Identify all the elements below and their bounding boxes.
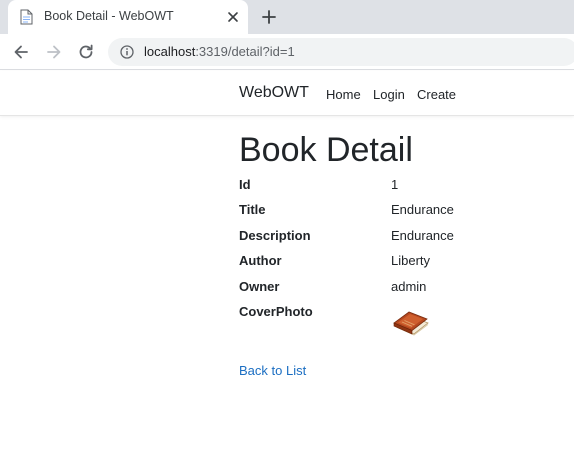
url-path: :3319/detail?id=1 bbox=[195, 44, 295, 59]
site-navbar: WebOWT Home Login Create bbox=[0, 71, 574, 116]
document-icon bbox=[20, 9, 33, 25]
field-value-author: Liberty bbox=[391, 253, 431, 268]
field-label-description: Description bbox=[239, 228, 311, 243]
forward-arrow-icon[interactable] bbox=[45, 43, 63, 61]
field-value-title: Endurance bbox=[391, 202, 454, 217]
browser-toolbar: localhost:3319/detail?id=1 bbox=[0, 34, 574, 70]
field-label-title: Title bbox=[239, 202, 266, 217]
nav-link-home[interactable]: Home bbox=[326, 87, 361, 102]
tab-title: Book Detail - WebOWT bbox=[44, 9, 174, 23]
field-label-author: Author bbox=[239, 253, 282, 268]
browser-tabstrip: Book Detail - WebOWT bbox=[0, 0, 574, 34]
book-icon bbox=[393, 311, 429, 336]
close-icon[interactable] bbox=[226, 10, 240, 24]
new-tab-plus-icon[interactable] bbox=[260, 8, 278, 26]
field-label-owner: Owner bbox=[239, 279, 280, 294]
url-host: localhost bbox=[144, 44, 196, 59]
field-label-id: Id bbox=[239, 177, 251, 192]
brand-link[interactable]: WebOWT bbox=[239, 84, 309, 102]
reload-icon[interactable] bbox=[77, 43, 95, 61]
info-icon[interactable] bbox=[120, 45, 134, 59]
nav-link-login[interactable]: Login bbox=[373, 87, 405, 102]
browser-tab[interactable]: Book Detail - WebOWT bbox=[8, 0, 248, 34]
field-value-id: 1 bbox=[391, 177, 399, 192]
field-label-coverphoto: CoverPhoto bbox=[239, 304, 313, 319]
nav-link-create[interactable]: Create bbox=[417, 87, 456, 102]
back-to-list-link[interactable]: Back to List bbox=[239, 363, 306, 378]
page-title: Book Detail bbox=[239, 131, 413, 169]
address-bar[interactable]: localhost:3319/detail?id=1 bbox=[108, 38, 574, 66]
field-value-description: Endurance bbox=[391, 228, 454, 243]
back-arrow-icon[interactable] bbox=[12, 43, 30, 61]
url-text[interactable]: localhost:3319/detail?id=1 bbox=[144, 44, 295, 59]
field-value-owner: admin bbox=[391, 279, 427, 294]
